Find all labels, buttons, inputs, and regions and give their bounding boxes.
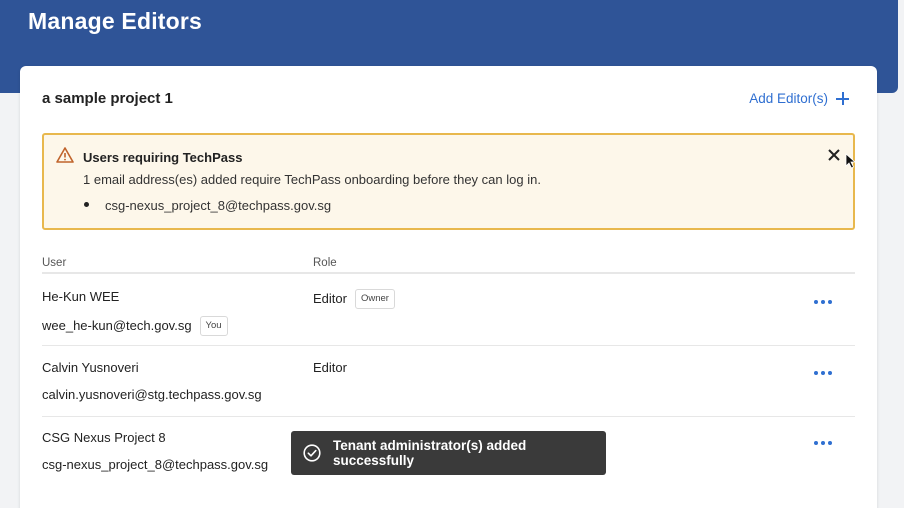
- close-icon[interactable]: [827, 148, 841, 162]
- techpass-alert: Users requiring TechPass 1 email address…: [42, 133, 856, 230]
- warning-icon: [56, 147, 74, 163]
- role-cell: Editor Owner: [313, 289, 395, 309]
- user-email-cell: calvin.yusnoveri@stg.techpass.gov.sg: [42, 387, 262, 402]
- add-editor-label: Add Editor(s): [749, 91, 828, 106]
- user-email: calvin.yusnoveri@stg.techpass.gov.sg: [42, 387, 262, 402]
- check-circle-icon: [303, 444, 321, 462]
- role-cell: Editor: [313, 360, 347, 375]
- user-role: Editor: [313, 291, 347, 307]
- plus-icon: [836, 92, 849, 105]
- alert-email-item: csg-nexus_project_8@techpass.gov.sg: [83, 198, 331, 213]
- mouse-cursor-icon: [845, 153, 856, 169]
- column-header-user: User: [42, 257, 67, 269]
- user-email: wee_he-kun@tech.gov.sg: [42, 318, 192, 334]
- user-email: csg-nexus_project_8@techpass.gov.sg: [42, 457, 269, 472]
- alert-description: 1 email address(es) added require TechPa…: [83, 172, 541, 187]
- more-dots-icon: [814, 300, 818, 304]
- alert-title: Users requiring TechPass: [83, 150, 243, 165]
- user-email-cell: wee_he-kun@tech.gov.sg You: [42, 316, 228, 336]
- table-row: He-Kun WEE wee_he-kun@tech.gov.sg You Ed…: [42, 276, 855, 346]
- user-name: Calvin Yusnoveri: [42, 360, 139, 375]
- user-role: Editor: [313, 360, 347, 375]
- user-name: CSG Nexus Project 8: [42, 430, 166, 445]
- user-email-cell: csg-nexus_project_8@techpass.gov.sg: [42, 457, 268, 472]
- more-dots-icon: [814, 371, 818, 375]
- page-title: Manage Editors: [28, 8, 203, 34]
- table-row: Calvin Yusnoveri calvin.yusnoveri@stg.te…: [42, 347, 855, 417]
- project-name: a sample project 1: [42, 90, 173, 107]
- table-header: User Role: [42, 257, 855, 274]
- toast-message: Tenant administrator(s) added successful…: [333, 438, 527, 468]
- alert-email-list: csg-nexus_project_8@techpass.gov.sg: [83, 198, 331, 213]
- owner-badge: Owner: [354, 289, 395, 309]
- more-dots-icon: [814, 441, 818, 445]
- add-editor-button[interactable]: Add Editor(s): [749, 91, 849, 106]
- row-actions-button[interactable]: [812, 298, 834, 306]
- you-badge: You: [199, 316, 228, 336]
- row-actions-button[interactable]: [812, 439, 834, 447]
- column-header-role: Role: [313, 257, 337, 269]
- user-name: He-Kun WEE: [42, 289, 120, 304]
- row-actions-button[interactable]: [812, 369, 834, 377]
- success-toast: Tenant administrator(s) added successful…: [291, 431, 606, 475]
